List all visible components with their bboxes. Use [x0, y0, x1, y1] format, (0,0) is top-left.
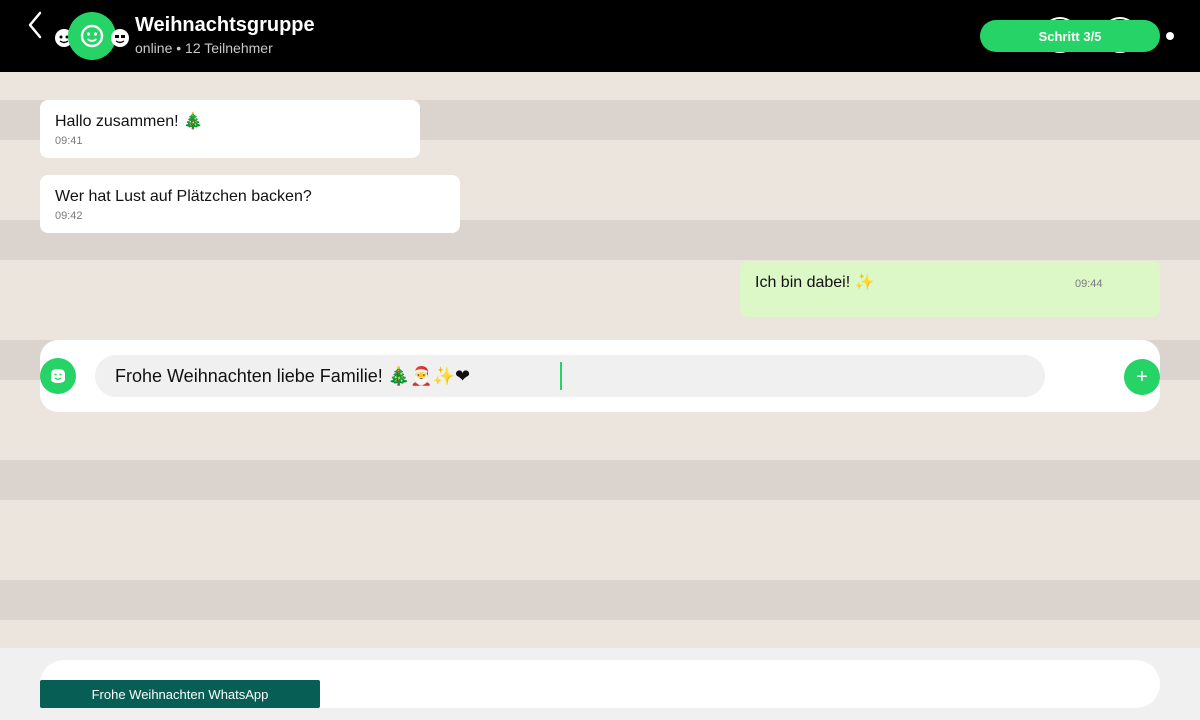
emoji-face-icon	[51, 369, 65, 383]
message-text: Wer hat Lust auf Plätzchen backen?	[55, 188, 312, 205]
step-indicator: Schritt 3/5	[980, 20, 1160, 52]
chat-area[interactable]: Hallo zusammen! 🎄 09:41 Wer hat Lust auf…	[0, 72, 1200, 648]
message-time: 09:41	[55, 135, 83, 147]
member-face-icon	[111, 29, 129, 47]
group-avatar[interactable]	[52, 12, 132, 60]
attach-button[interactable]: +	[1124, 359, 1160, 395]
message-input-value: Frohe Weihnachten liebe Familie! 🎄🎅✨❤	[115, 365, 471, 386]
message-bubble-incoming[interactable]: Hallo zusammen! 🎄 09:41	[40, 100, 420, 158]
wallpaper-stripe	[0, 580, 1200, 620]
compose-card: Frohe Weihnachten liebe Familie! 🎄🎅✨❤ +	[40, 340, 1160, 412]
plus-icon: +	[1136, 366, 1148, 388]
group-title[interactable]: Weihnachtsgruppe	[135, 14, 315, 37]
chevron-left-icon	[28, 11, 42, 39]
menu-dot-icon[interactable]	[1166, 32, 1174, 40]
wallpaper-stripe	[0, 460, 1200, 500]
text-caret	[560, 362, 562, 390]
chat-header: Weihnachtsgruppe online • 12 Teilnehmer …	[0, 0, 1200, 72]
message-input[interactable]: Frohe Weihnachten liebe Familie! 🎄🎅✨❤	[95, 355, 1045, 397]
message-bubble-incoming[interactable]: Wer hat Lust auf Plätzchen backen? 09:42	[40, 175, 460, 233]
bottom-bar: Frohe Weihnachten WhatsApp	[0, 648, 1200, 720]
message-text: Hallo zusammen! 🎄	[55, 113, 203, 130]
message-time: 09:42	[55, 210, 83, 222]
bottom-label: Frohe Weihnachten WhatsApp	[40, 680, 320, 708]
emoji-button[interactable]	[40, 358, 76, 394]
message-time: 09:44	[1075, 278, 1103, 290]
back-button[interactable]	[22, 10, 48, 40]
message-bubble-outgoing[interactable]: Ich bin dabei! ✨ 09:44	[740, 261, 1160, 317]
group-status: online • 12 Teilnehmer	[135, 40, 273, 56]
